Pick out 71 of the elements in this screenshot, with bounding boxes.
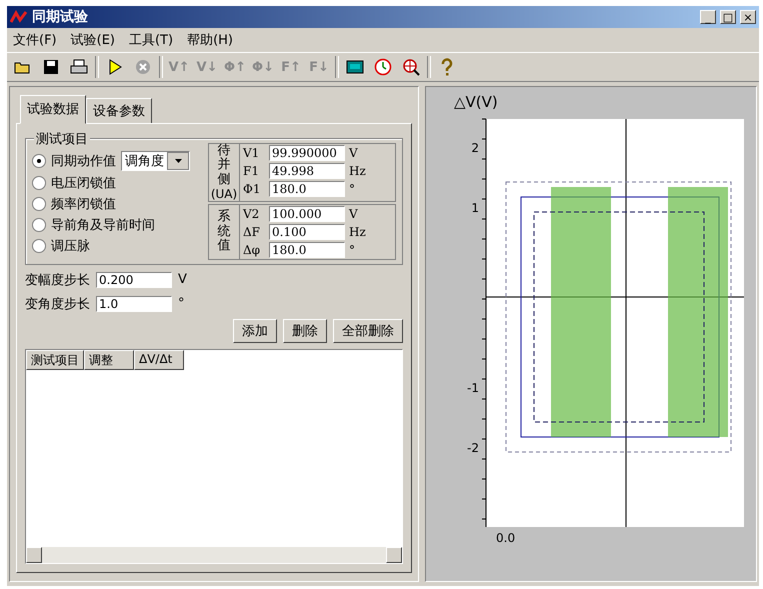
calculator-icon [346, 60, 364, 74]
unit-label: V [178, 272, 187, 288]
side-label: 系统值 [218, 210, 230, 254]
radio-button[interactable] [32, 154, 46, 168]
menu-item[interactable]: 试验(E) [70, 31, 115, 49]
unit-label: ° [349, 242, 355, 257]
mode-dropdown[interactable]: 调角度 [121, 151, 190, 171]
input-field[interactable]: 180.0 [269, 242, 345, 258]
radio-label[interactable]: 频率闭锁值 [51, 195, 116, 213]
column-header[interactable]: ΔV/Δt [134, 350, 184, 370]
step-label: 变角度步长 [25, 296, 90, 313]
side-label: 待并侧 [218, 144, 230, 187]
axis-label: △V(V) [454, 93, 498, 111]
unit-label: Hz [349, 224, 366, 239]
param-label: F1 [243, 164, 260, 178]
column-header[interactable]: 测试项目 [26, 350, 84, 370]
printer-icon [70, 59, 88, 75]
radio-button[interactable] [32, 176, 46, 190]
unit-label: V [349, 146, 358, 160]
tick-label: -2 [467, 441, 479, 455]
menu-item[interactable]: 帮助(H) [187, 31, 233, 49]
column-header[interactable]: 调整 [84, 350, 134, 370]
radio-label[interactable]: 电压闭锁值 [51, 174, 116, 192]
zoom-icon [402, 58, 420, 76]
tick-label: 2 [471, 141, 479, 155]
step-label: 变幅度步长 [25, 272, 90, 289]
stop-icon [135, 59, 151, 75]
caret-icon [174, 159, 182, 163]
clock-icon [374, 58, 392, 76]
radio-button[interactable] [32, 239, 46, 253]
window-control-button[interactable]: × [740, 10, 756, 24]
action-button[interactable]: 添加 [233, 318, 277, 343]
radio-label[interactable]: 导前角及导前时间 [51, 216, 155, 234]
input-field[interactable]: 180.0 [269, 181, 345, 197]
input-field[interactable]: 1.0 [96, 296, 172, 312]
radio-button[interactable] [32, 218, 46, 232]
folder-icon [14, 60, 32, 74]
tab[interactable]: 设备参数 [86, 98, 152, 124]
unit-label: ° [178, 296, 184, 312]
param-label: V1 [243, 146, 260, 160]
tick-label: 1 [471, 201, 479, 215]
unit-label: Hz [349, 164, 366, 178]
tick-label: -1 [467, 381, 479, 395]
help-icon [441, 58, 453, 76]
waveform-logo-icon [10, 10, 28, 24]
play-icon [108, 59, 122, 75]
radio-button[interactable] [32, 197, 46, 211]
window-title: 同期试验 [32, 8, 89, 26]
menu-item[interactable]: 工具(T) [128, 31, 174, 49]
input-field[interactable]: 0.200 [96, 272, 172, 288]
param-label: Δφ [243, 242, 262, 257]
input-field[interactable]: 100.000 [269, 206, 345, 222]
radio-label[interactable]: 同期动作值 [51, 152, 116, 170]
input-field[interactable]: 99.990000 [269, 145, 345, 161]
param-label: Φ1 [243, 182, 262, 196]
unit-label: ° [349, 182, 355, 196]
param-label: V2 [243, 206, 260, 221]
radio-label[interactable]: 调压脉 [51, 237, 90, 255]
action-button[interactable]: 全部删除 [333, 318, 403, 343]
horizontal-scrollbar[interactable] [26, 547, 402, 563]
tick-label: 0.0 [496, 531, 516, 545]
action-button[interactable]: 删除 [283, 318, 327, 343]
group-title: 测试项目 [34, 130, 90, 148]
tab[interactable]: 试验数据 [20, 95, 86, 124]
param-label: ΔF [243, 224, 261, 239]
unit-label: V [349, 206, 358, 221]
window-control-button[interactable]: □ [720, 10, 736, 24]
side-sublabel: (UA) [210, 186, 238, 201]
input-field[interactable]: 49.998 [269, 163, 345, 179]
menu-item[interactable]: 文件(F) [13, 31, 57, 49]
input-field[interactable]: 0.100 [269, 224, 345, 240]
